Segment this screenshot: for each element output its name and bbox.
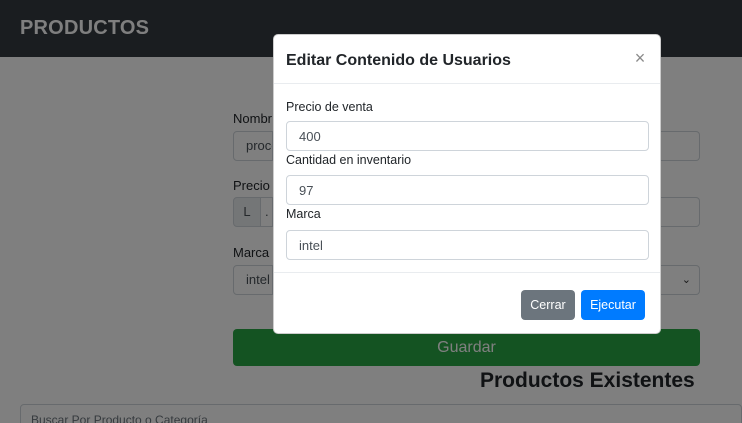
- cerrar-button[interactable]: Cerrar: [521, 290, 575, 320]
- close-icon[interactable]: ×: [632, 48, 648, 68]
- page: PRODUCTOS Nombr proce Precio L . Marca i…: [0, 0, 742, 423]
- edit-modal: Editar Contenido de Usuarios × Precio de…: [273, 34, 661, 334]
- marca-modal-label: Marca: [286, 207, 321, 221]
- cantidad-label: Cantidad en inventario: [286, 153, 412, 167]
- cantidad-input[interactable]: 97: [286, 175, 649, 205]
- marca-modal-input[interactable]: intel: [286, 230, 649, 260]
- modal-header: Editar Contenido de Usuarios ×: [274, 35, 660, 84]
- modal-footer: Cerrar Ejecutar: [274, 272, 660, 333]
- precio-venta-input[interactable]: 400: [286, 121, 649, 151]
- ejecutar-button[interactable]: Ejecutar: [581, 290, 645, 320]
- modal-title: Editar Contenido de Usuarios: [286, 52, 511, 69]
- precio-venta-label: Precio de venta: [286, 100, 373, 114]
